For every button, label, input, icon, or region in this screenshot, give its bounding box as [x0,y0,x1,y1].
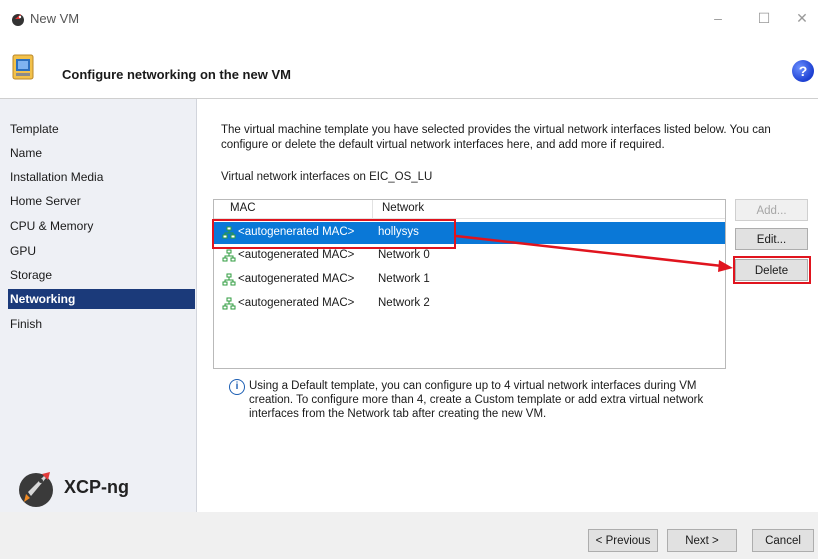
network-cell: Network 1 [378,273,430,285]
wizard-footer: < Previous Next > Cancel [0,512,818,559]
sidebar-item-installation-media[interactable]: Installation Media [10,167,190,187]
column-divider [372,200,373,218]
mac-cell: <autogenerated MAC> [238,249,355,261]
network-interface-icon [222,297,236,310]
info-message: Using a Default template, you can config… [249,380,704,420]
sidebar-item-storage[interactable]: Storage [10,265,190,285]
xcp-ng-logo-text: XCP-ng [64,477,129,497]
wizard-header: Configure networking on the new VM ? [0,38,818,98]
column-header-network[interactable]: Network [382,202,424,214]
previous-button[interactable]: < Previous [588,529,658,552]
table-row[interactable]: <autogenerated MAC> Network 1 [214,269,725,291]
sidebar-item-template[interactable]: Template [10,119,190,139]
sidebar-item-finish[interactable]: Finish [10,314,190,334]
sidebar-item-networking[interactable]: Networking [8,289,195,309]
sidebar-item-home-server[interactable]: Home Server [10,191,190,211]
mac-cell: <autogenerated MAC> [238,273,355,285]
network-interface-icon [222,273,236,286]
sidebar-item-gpu[interactable]: GPU [10,241,190,261]
close-button[interactable]: ✕ [790,8,814,28]
next-button[interactable]: Next > [667,529,737,552]
column-header-mac[interactable]: MAC [230,202,256,214]
xcp-ng-logo: XCP-ng [16,468,196,512]
table-row[interactable]: <autogenerated MAC> Network 2 [214,293,725,315]
page-description: The virtual machine template you have se… [221,124,771,151]
cancel-button[interactable]: Cancel [752,529,814,552]
table-header: MAC Network [214,200,725,219]
xcp-ng-app-icon [12,14,24,26]
title-bar: New VM – ☐ ✕ [0,0,818,38]
vm-icon [12,54,34,80]
annotation-highlight-delete [733,256,811,284]
minimize-button[interactable]: – [706,8,730,28]
mac-cell: <autogenerated MAC> [238,297,355,309]
help-icon[interactable]: ? [792,60,814,82]
wizard-sidebar: Template Name Installation Media Home Se… [0,99,197,512]
annotation-highlight-row [212,219,456,249]
sidebar-item-cpu-memory[interactable]: CPU & Memory [10,216,190,236]
add-button[interactable]: Add... [735,199,808,221]
interfaces-label: Virtual network interfaces on EIC_OS_LU [221,171,433,183]
edit-button[interactable]: Edit... [735,228,808,250]
info-icon: i [229,379,245,395]
xcp-ng-logo-icon [19,472,53,507]
window-title: New VM [30,11,80,26]
network-cell: Network 2 [378,297,430,309]
sidebar-item-name[interactable]: Name [10,143,190,163]
page-title: Configure networking on the new VM [62,67,291,82]
network-cell: Network 0 [378,249,430,261]
network-interface-icon [222,249,236,262]
maximize-button[interactable]: ☐ [752,8,776,28]
